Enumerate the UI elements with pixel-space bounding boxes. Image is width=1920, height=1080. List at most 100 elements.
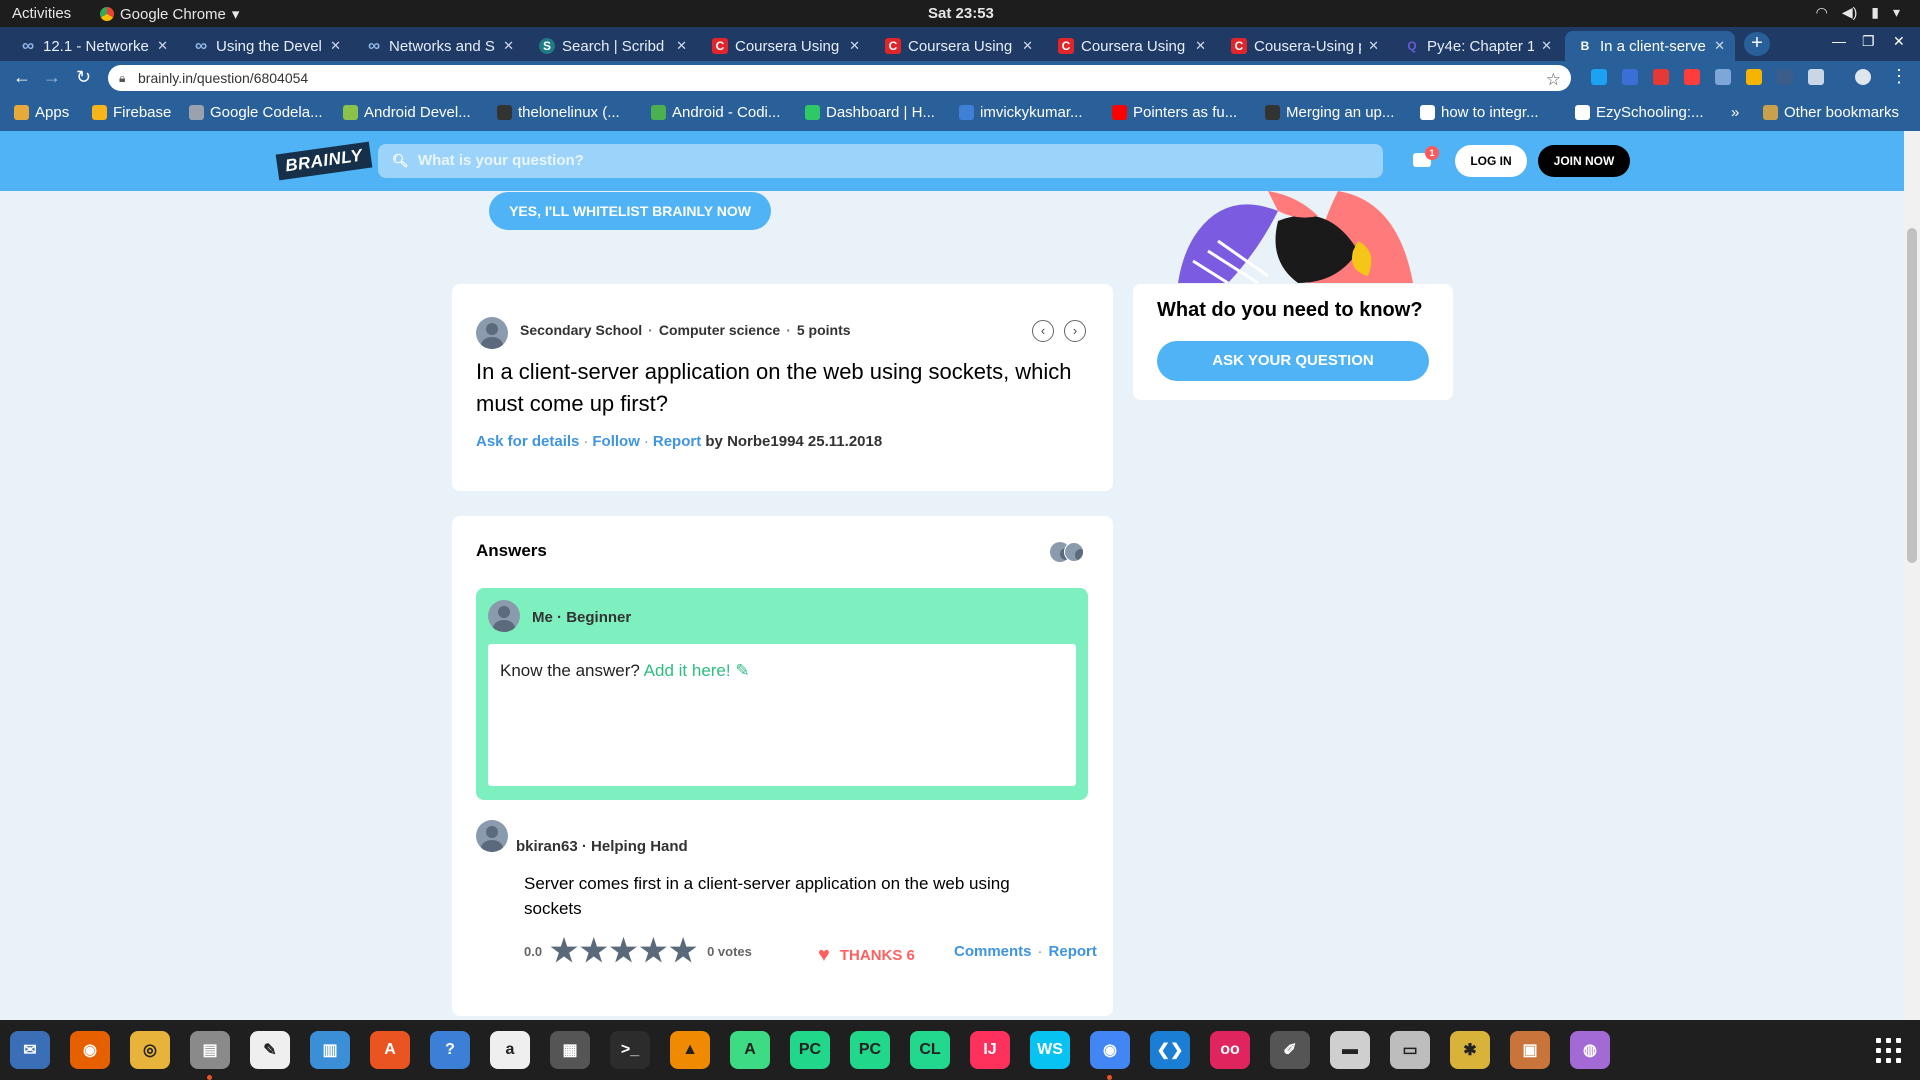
bookmarks-overflow-button[interactable]: » [1731,104,1739,121]
browser-tab[interactable]: Q Py4e: Chapter 1 ✕ [1392,31,1562,61]
browser-tab[interactable]: C Cousera-Using p ✕ [1219,31,1389,61]
browser-tab[interactable]: C Coursera Using ✕ [700,31,870,61]
browser-tab[interactable]: C Coursera Using ✕ [873,31,1043,61]
close-tab-icon[interactable]: ✕ [330,38,341,54]
browser-tab[interactable]: ∞ Networks and S ✕ [354,31,524,61]
subject-link[interactable]: Computer science [659,322,780,338]
add-it-here-link[interactable]: Add it here! ✎ [644,661,750,680]
close-tab-icon[interactable]: ✕ [157,38,168,54]
close-tab-icon[interactable]: ✕ [1714,38,1725,54]
software-center-icon[interactable]: A [370,1031,410,1069]
help-icon[interactable]: ? [430,1031,470,1069]
files-icon[interactable]: ▤ [190,1031,230,1080]
thanks-button[interactable]: ♥ THANKS 6 [818,944,915,967]
star-icon[interactable]: ★ [669,935,697,966]
scrollbar-thumb[interactable] [1907,228,1917,563]
reload-icon[interactable]: ↻ [76,67,91,88]
extension-icon[interactable] [1622,69,1638,85]
clion-icon[interactable]: CL [910,1031,950,1069]
bookmark-item[interactable]: Firebase [92,104,171,121]
close-tab-icon[interactable]: ✕ [676,38,687,54]
bookmark-item[interactable]: Android - Codi... [651,104,780,121]
browser-tab[interactable]: ∞ Using the Devel ✕ [181,31,351,61]
address-bar[interactable]: 🔒︎ brainly.in/question/6804054 ☆ [108,65,1571,91]
extension-icon[interactable] [1653,69,1669,85]
video-editor-icon[interactable]: ▦ [550,1031,590,1069]
intellij-icon[interactable]: IJ [970,1031,1010,1069]
previous-question-button[interactable]: ‹ [1032,320,1054,342]
follow-link[interactable]: Follow [592,433,640,450]
close-window-icon[interactable]: ✕ [1893,33,1905,50]
clock[interactable]: Sat 23:53 [928,5,994,22]
comments-link[interactable]: Comments [954,943,1032,960]
bookmark-item[interactable]: thelonelinux (... [497,104,620,121]
maximize-icon[interactable]: ❐ [1862,33,1875,50]
school-level[interactable]: Secondary School [520,322,642,338]
activities-button[interactable]: Activities [12,5,71,22]
bookmark-item[interactable]: how to integr... [1420,104,1539,121]
minimize-icon[interactable]: — [1832,33,1846,49]
answerer-name[interactable]: bkiran63 [516,838,578,855]
archive-manager-icon[interactable]: ▣ [1510,1031,1550,1069]
close-tab-icon[interactable]: ✕ [1368,38,1379,54]
vscode-icon[interactable]: ❮❯ [1150,1031,1190,1069]
bookmark-item[interactable]: Pointers as fu... [1112,104,1237,121]
brainly-logo[interactable]: BRAINLY [275,141,373,181]
app-menu[interactable]: Google Chrome ▾ [100,5,239,23]
show-applications-icon[interactable] [1876,1038,1902,1064]
asker-avatar[interactable] [476,317,508,349]
star-icon[interactable]: ★ [610,935,638,966]
pycharm-ce-icon[interactable]: PC [790,1031,830,1069]
extension-icon[interactable] [1777,69,1793,85]
extension-icon[interactable] [1591,69,1607,85]
whitelist-button[interactable]: YES, I'LL WHITELIST BRAINLY NOW [489,192,771,230]
bookmark-item[interactable]: Other bookmarks [1763,104,1899,121]
webstorm-icon[interactable]: WS [1030,1031,1070,1069]
screen-recorder-icon[interactable]: oo [1210,1031,1250,1069]
close-tab-icon[interactable]: ✕ [849,38,860,54]
extension-icon[interactable] [1808,69,1824,85]
menu-kebab-icon[interactable]: ⋮ [1890,66,1908,87]
close-tab-icon[interactable]: ✕ [1022,38,1033,54]
system-tray[interactable]: ◠ ◀) ▮ ▾ [1816,4,1900,21]
back-icon[interactable]: ← [13,67,31,88]
android-studio-icon[interactable]: A [730,1031,770,1069]
browser-tab[interactable]: C Coursera Using ✕ [1046,31,1216,61]
ask-your-question-button[interactable]: ASK YOUR QUESTION [1157,341,1429,381]
ask-for-details-link[interactable]: Ask for details [476,433,579,450]
libreoffice-writer-icon[interactable]: ▥ [310,1031,350,1069]
text-editor-icon[interactable]: ✎ [250,1031,290,1069]
extension-icon[interactable] [1684,69,1700,85]
star-icon[interactable]: ★ [639,935,667,966]
forward-icon[interactable]: → [43,67,61,88]
close-tab-icon[interactable]: ✕ [1195,38,1206,54]
bookmark-item[interactable]: Apps [14,104,69,121]
answer-editor[interactable]: Know the answer? Add it here! ✎ [488,644,1076,786]
next-question-button[interactable]: › [1064,320,1086,342]
extension-icon[interactable] [1715,69,1731,85]
question-search-input[interactable]: 🔍︎ What is your question? [378,144,1383,178]
vlc-icon[interactable]: ▲ [670,1031,710,1069]
rating-stars[interactable]: ★ ★ ★ ★ ★ [550,935,697,966]
star-icon[interactable]: ★ [550,935,578,966]
bookmark-item[interactable]: Android Devel... [343,104,471,121]
notifications-button[interactable]: 1 [1413,146,1439,167]
bookmark-item[interactable]: Merging an up... [1265,104,1394,121]
bookmark-item[interactable]: EzySchooling:... [1575,104,1704,121]
terminal-icon[interactable]: >_ [610,1031,650,1069]
bookmark-item[interactable]: imvickykumar... [959,104,1083,121]
bookmark-item[interactable]: Google Codela... [189,104,323,121]
extension-icon[interactable] [1746,69,1762,85]
firefox-icon[interactable]: ◉ [70,1031,110,1069]
report-answer-link[interactable]: Report [1049,943,1097,960]
scanner-icon[interactable]: ▭ [1390,1031,1430,1069]
close-tab-icon[interactable]: ✕ [1541,38,1552,54]
report-question-link[interactable]: Report [653,433,701,450]
thunderbird-icon[interactable]: ✉ [10,1031,50,1069]
profile-avatar[interactable] [1855,69,1871,85]
amazon-icon[interactable]: a [490,1031,530,1069]
chrome-icon[interactable]: ◉ [1090,1031,1130,1080]
answerer-avatar[interactable] [476,820,508,852]
bookmark-item[interactable]: Dashboard | H... [805,104,935,121]
browser-tab[interactable]: ∞ 12.1 - Networke ✕ [8,31,178,61]
